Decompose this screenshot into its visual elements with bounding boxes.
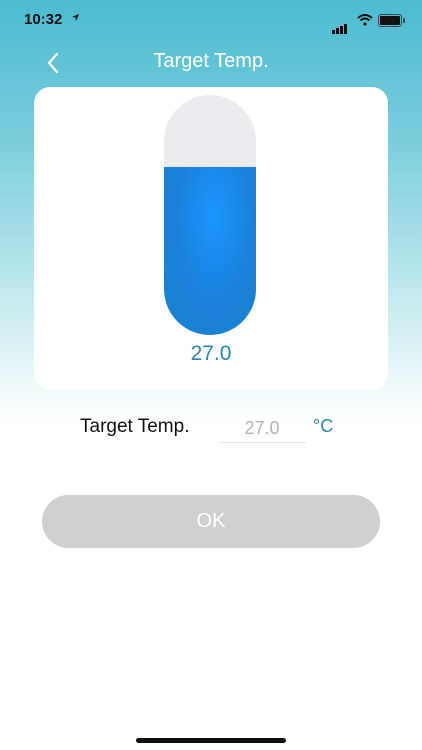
target-temp-label: Target Temp. xyxy=(80,416,190,437)
page-title: Target Temp. xyxy=(153,50,269,72)
home-indicator xyxy=(136,738,286,743)
signal-icon xyxy=(332,16,348,34)
target-temp-row: Target Temp. °C xyxy=(0,414,422,448)
target-temp-input[interactable] xyxy=(218,414,306,443)
battery-icon xyxy=(378,14,405,27)
status-bar: 10:32 xyxy=(0,0,422,40)
thermometer-value: 27.0 xyxy=(190,342,232,365)
thermometer-card: 27.0 xyxy=(34,87,388,390)
status-time: 10:32 xyxy=(24,11,63,28)
thermometer-gauge[interactable] xyxy=(164,95,256,335)
ok-button[interactable]: OK xyxy=(42,495,380,548)
wifi-icon xyxy=(357,13,373,31)
location-arrow-icon xyxy=(71,13,80,25)
thermometer-fill xyxy=(164,167,256,335)
unit-label: °C xyxy=(313,416,334,436)
